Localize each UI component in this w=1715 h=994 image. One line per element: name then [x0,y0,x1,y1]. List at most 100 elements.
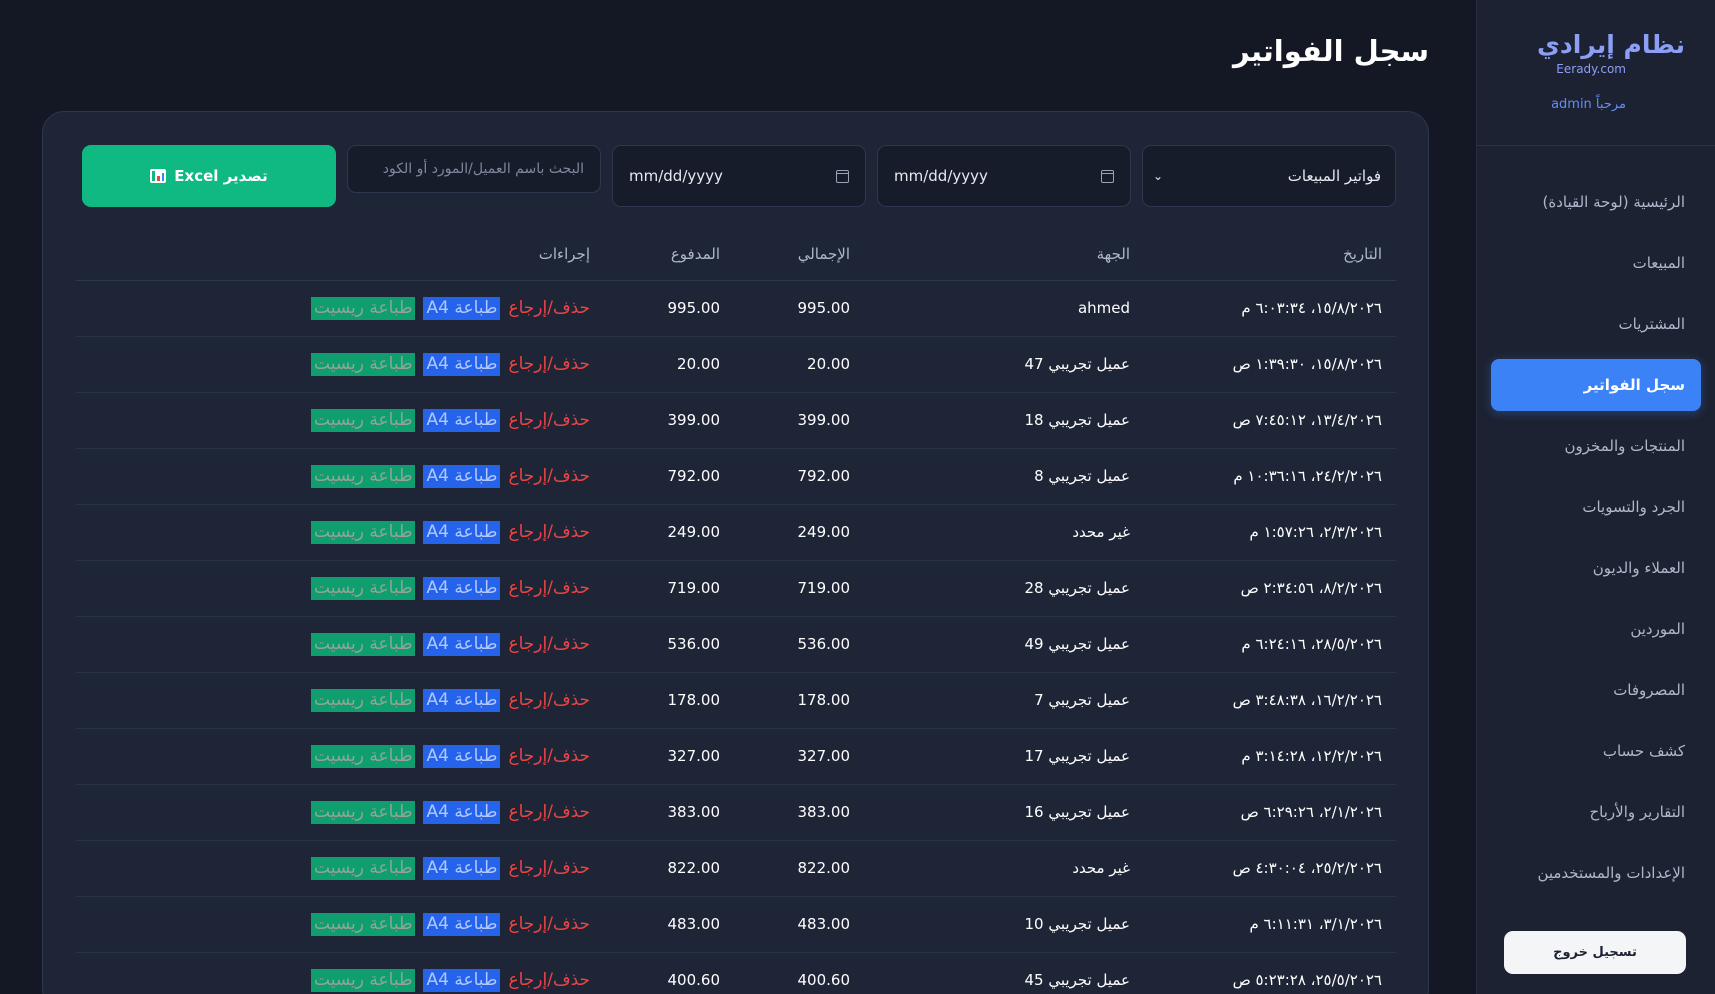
delete-return-button[interactable]: حذف/إرجاع [508,354,590,374]
cell-date: ٣/١/٢٠٢٦، ٦:١١:٣١ م [1144,896,1396,953]
invoice-type-select[interactable]: فواتير المبيعات ⌄ [1142,145,1396,207]
print-a4-button[interactable]: طباعة A4 [423,912,501,936]
print-receipt-button[interactable]: طباعة ريسيت [311,296,416,320]
row-actions: حذف/إرجاع طباعة A4 طباعة ريسيت [90,800,590,824]
delete-return-button[interactable]: حذف/إرجاع [508,522,590,542]
cell-actions: حذف/إرجاع طباعة A4 طباعة ريسيت [76,672,604,729]
table-row: ٢٤/٢/٢٠٢٦، ١٠:٣٦:١٦ م عميل تجريبي 8 792.00… [76,448,1396,505]
sidebar-item[interactable]: العملاء والديون [1491,542,1701,594]
table-row: ٢/١/٢٠٢٦، ٦:٢٩:٢٦ ص عميل تجريبي 16 383.00 3… [76,784,1396,841]
print-receipt-button[interactable]: طباعة ريسيت [311,632,416,656]
print-receipt-button[interactable]: طباعة ريسيت [311,968,416,992]
delete-return-button[interactable]: حذف/إرجاع [508,746,590,766]
sidebar-item-label: الجرد والتسويات [1582,498,1685,516]
export-excel-button[interactable]: تصدير Excel [82,145,336,207]
delete-return-button[interactable]: حذف/إرجاع [508,858,590,878]
cell-total: 822.00 [734,840,864,897]
brand-subtitle: Eerady.com [1556,62,1626,76]
print-a4-button[interactable]: طباعة A4 [423,968,501,992]
row-actions: حذف/إرجاع طباعة A4 طباعة ريسيت [90,576,590,600]
delete-return-button[interactable]: حذف/إرجاع [508,298,590,318]
cell-party: عميل تجريبي 8 [864,448,1144,505]
delete-return-button[interactable]: حذف/إرجاع [508,410,590,430]
print-a4-button[interactable]: طباعة A4 [423,800,501,824]
table-row: ١٦/٢/٢٠٢٦، ٣:٤٨:٣٨ ص عميل تجريبي 7 178.00 1… [76,672,1396,729]
date-to-placeholder: mm/dd/yyyy [894,167,988,185]
cell-actions: حذف/إرجاع طباعة A4 طباعة ريسيت [76,280,604,337]
print-receipt-button[interactable]: طباعة ريسيت [311,408,416,432]
print-receipt-button[interactable]: طباعة ريسيت [311,352,416,376]
print-a4-button[interactable]: طباعة A4 [423,632,501,656]
row-actions: حذف/إرجاع طباعة A4 طباعة ريسيت [90,632,590,656]
sidebar-item[interactable]: الإعدادات والمستخدمين [1491,847,1701,899]
cell-party: غير محدد [864,840,1144,897]
sidebar-item-label: الرئيسية (لوحة القيادة) [1542,193,1686,211]
delete-return-button[interactable]: حذف/إرجاع [508,690,590,710]
cell-party: عميل تجريبي 18 [864,392,1144,449]
sidebar-item[interactable]: الموردين [1491,603,1701,655]
print-a4-button[interactable]: طباعة A4 [423,520,501,544]
cell-actions: حذف/إرجاع طباعة A4 طباعة ريسيت [76,896,604,953]
print-receipt-button[interactable]: طباعة ريسيت [311,856,416,880]
print-receipt-button[interactable]: طباعة ريسيت [311,800,416,824]
cell-actions: حذف/إرجاع طباعة A4 طباعة ريسيت [76,728,604,785]
delete-return-button[interactable]: حذف/إرجاع [508,802,590,822]
sidebar-item[interactable]: المصروفات [1491,664,1701,716]
search-input[interactable]: البحث باسم العميل/المورد أو الكود [347,145,601,193]
delete-return-button[interactable]: حذف/إرجاع [508,634,590,654]
print-a4-button[interactable]: طباعة A4 [423,408,501,432]
sidebar-item[interactable]: سجل الفواتير [1491,359,1701,411]
print-receipt-button[interactable]: طباعة ريسيت [311,464,416,488]
delete-return-button[interactable]: حذف/إرجاع [508,466,590,486]
sidebar-nav: الرئيسية (لوحة القيادة) المبيعات المشتريات… [1477,146,1715,899]
sidebar-item[interactable]: الرئيسية (لوحة القيادة) [1491,176,1701,228]
cell-paid: 483.00 [604,896,734,953]
print-a4-button[interactable]: طباعة A4 [423,352,501,376]
logout-button[interactable]: تسجيل خروج [1504,931,1686,974]
print-a4-button[interactable]: طباعة A4 [423,856,501,880]
chevron-down-icon: ⌄ [1153,169,1164,183]
sidebar-item[interactable]: المنتجات والمخزون [1491,420,1701,472]
print-a4-button[interactable]: طباعة A4 [423,464,501,488]
sidebar-item-label: المشتريات [1618,315,1685,333]
print-receipt-button[interactable]: طباعة ريسيت [311,520,416,544]
header-party[interactable]: الجهة [864,228,1144,281]
header-date[interactable]: التاريخ [1144,228,1396,281]
date-to-input[interactable]: mm/dd/yyyy [877,145,1131,207]
calendar-icon[interactable] [1101,169,1114,183]
print-a4-button[interactable]: طباعة A4 [423,576,501,600]
row-actions: حذف/إرجاع طباعة A4 طباعة ريسيت [90,856,590,880]
calendar-icon[interactable] [836,169,849,183]
print-a4-button[interactable]: طباعة A4 [423,296,501,320]
cell-date: ٢٤/٢/٢٠٢٦، ١٠:٣٦:١٦ م [1144,448,1396,505]
cell-actions: حذف/إرجاع طباعة A4 طباعة ريسيت [76,616,604,673]
delete-return-button[interactable]: حذف/إرجاع [508,970,590,990]
sidebar-item-label: التقارير والأرباح [1589,803,1685,821]
sidebar-item-label: سجل الفواتير [1583,376,1685,394]
print-receipt-button[interactable]: طباعة ريسيت [311,576,416,600]
cell-actions: حذف/إرجاع طباعة A4 طباعة ريسيت [76,784,604,841]
sidebar-item[interactable]: التقارير والأرباح [1491,786,1701,838]
header-total[interactable]: الإجمالي [734,228,864,281]
sidebar-item-label: كشف حساب [1602,742,1685,760]
delete-return-button[interactable]: حذف/إرجاع [508,914,590,934]
print-receipt-button[interactable]: طباعة ريسيت [311,912,416,936]
delete-return-button[interactable]: حذف/إرجاع [508,578,590,598]
sidebar-item[interactable]: الجرد والتسويات [1491,481,1701,533]
cell-total: 399.00 [734,392,864,449]
row-actions: حذف/إرجاع طباعة A4 طباعة ريسيت [90,408,590,432]
sidebar: نظام إيرادي Eerady.com مرحباً admin الرئ… [1476,0,1715,994]
row-actions: حذف/إرجاع طباعة A4 طباعة ريسيت [90,520,590,544]
print-a4-button[interactable]: طباعة A4 [423,744,501,768]
sidebar-item[interactable]: المبيعات [1491,237,1701,289]
sidebar-item[interactable]: المشتريات [1491,298,1701,350]
print-receipt-button[interactable]: طباعة ريسيت [311,744,416,768]
cell-actions: حذف/إرجاع طباعة A4 طباعة ريسيت [76,392,604,449]
header-paid[interactable]: المدفوع [604,228,734,281]
cell-party: عميل تجريبي 7 [864,672,1144,729]
bar-chart-icon [150,169,167,183]
print-a4-button[interactable]: طباعة A4 [423,688,501,712]
date-from-input[interactable]: mm/dd/yyyy [612,145,866,207]
sidebar-item[interactable]: كشف حساب [1491,725,1701,777]
print-receipt-button[interactable]: طباعة ريسيت [311,688,416,712]
